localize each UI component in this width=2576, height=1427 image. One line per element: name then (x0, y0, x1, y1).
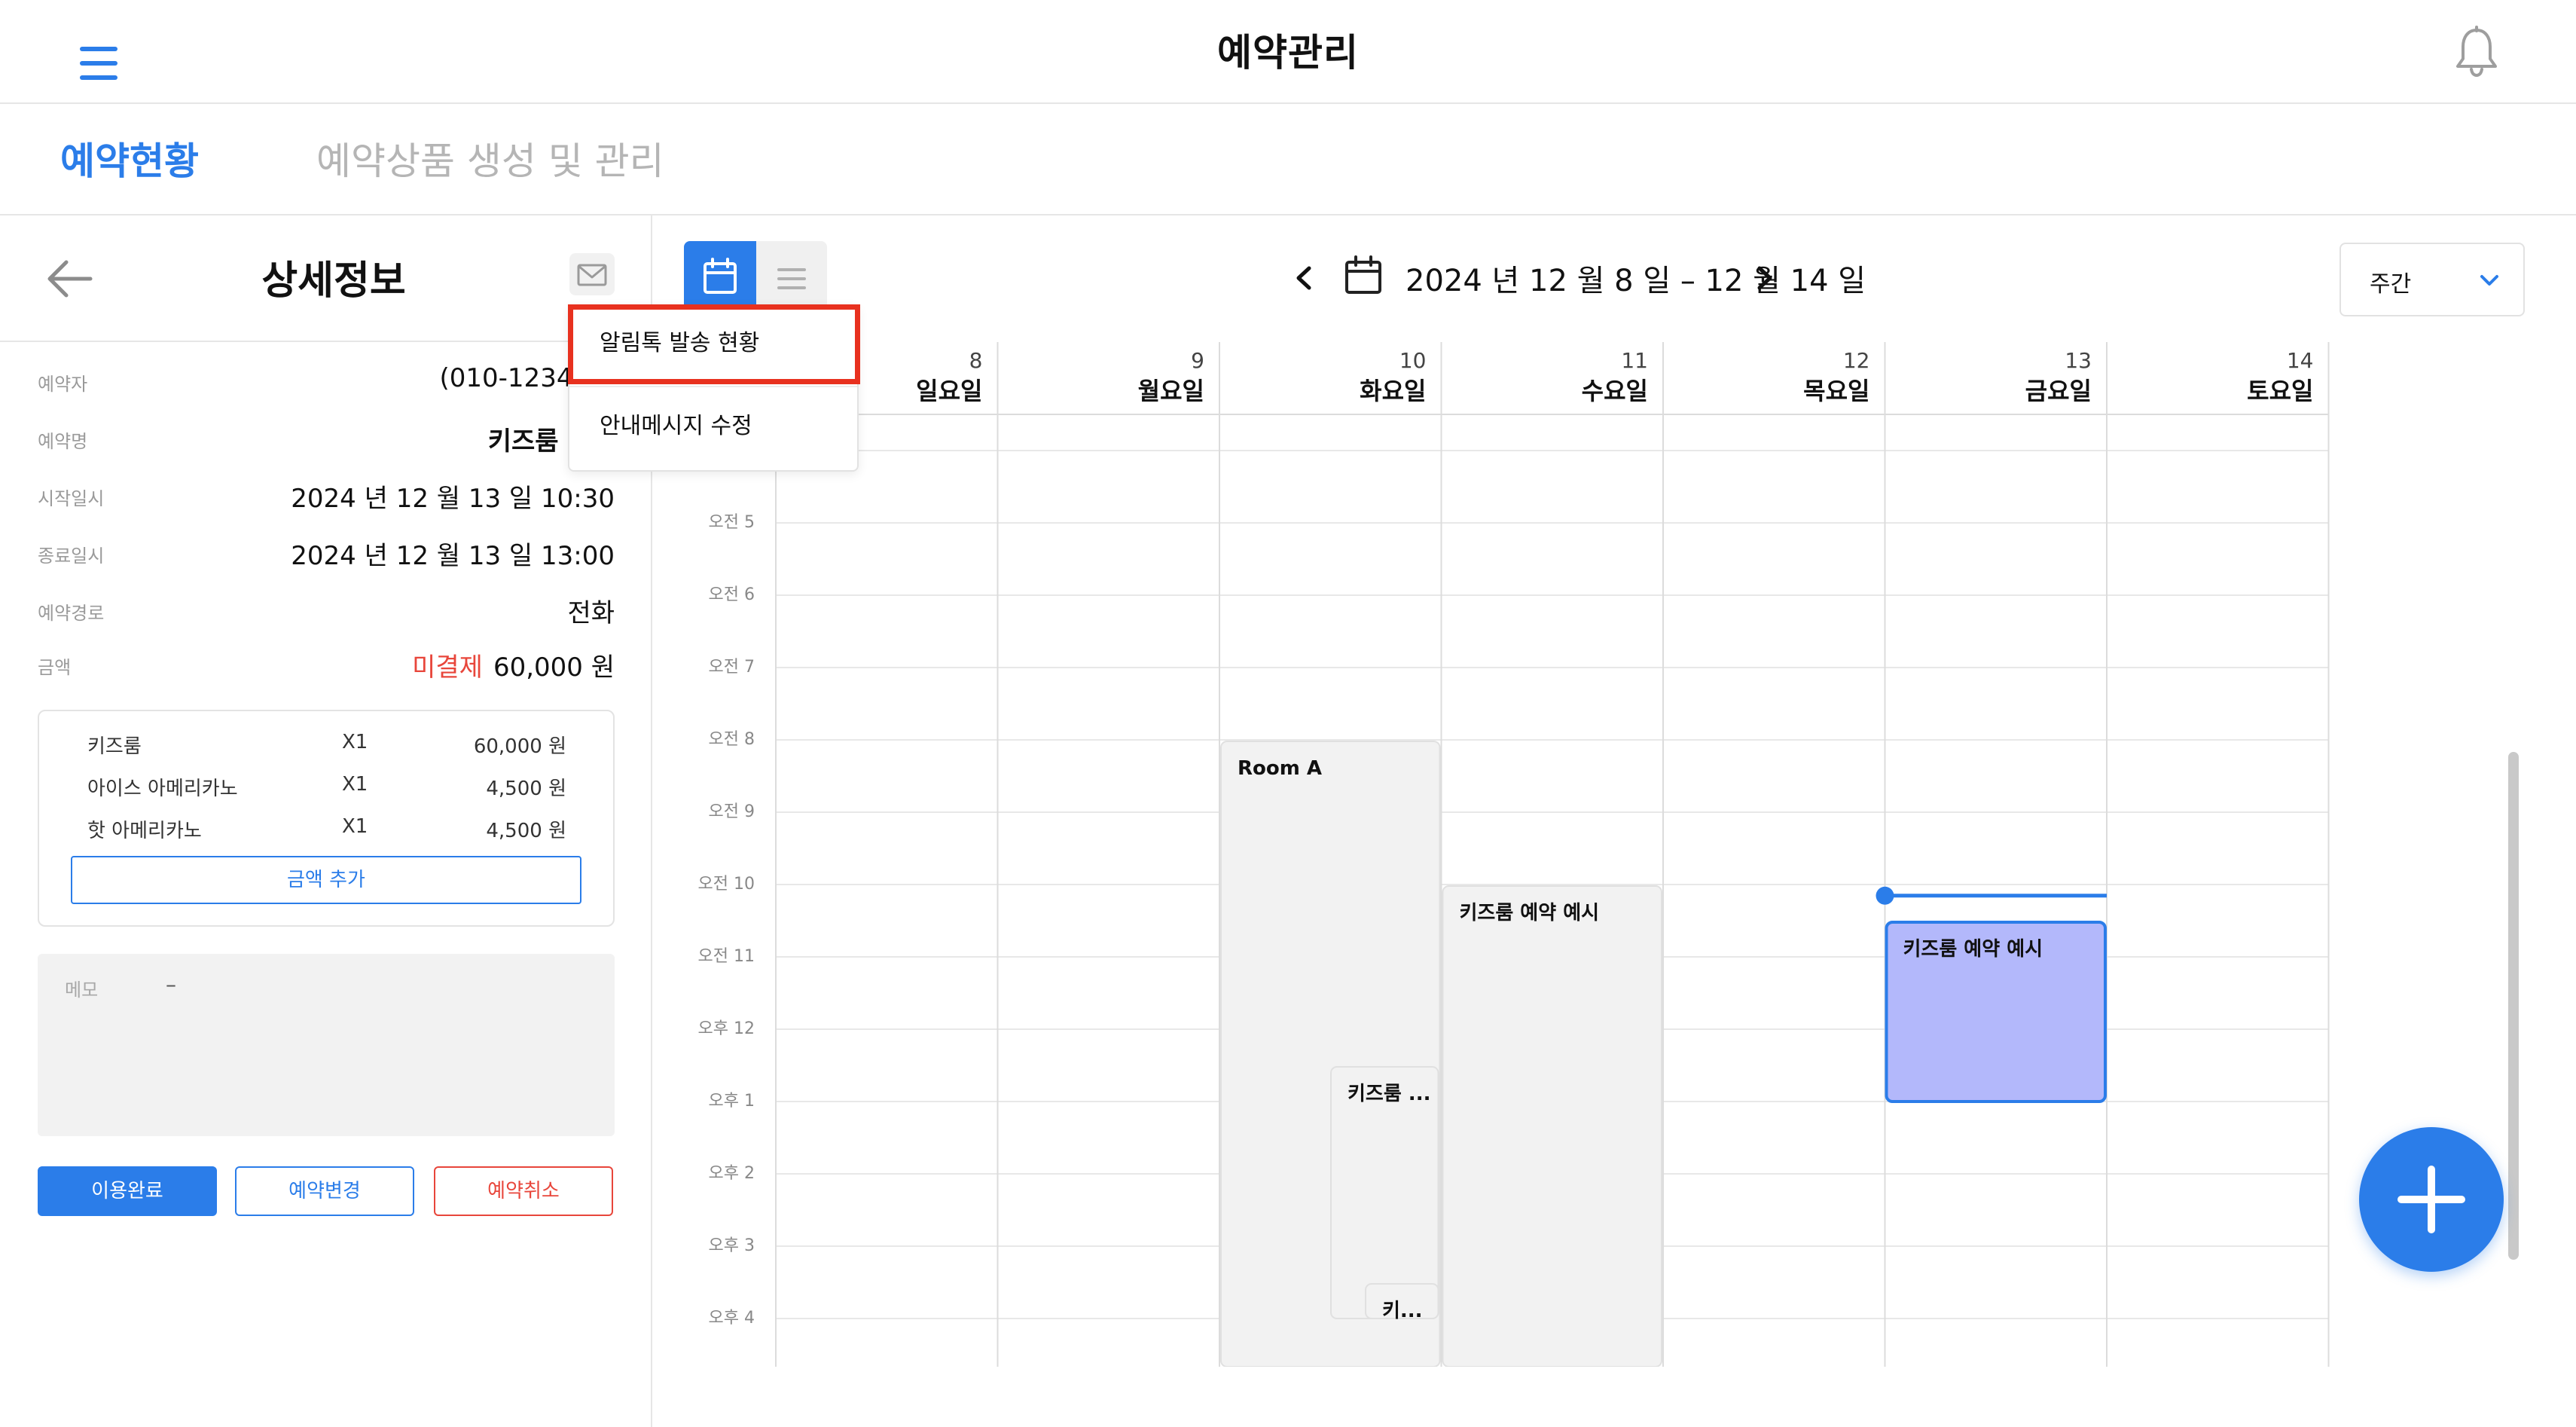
chevron-down-icon (2480, 275, 2498, 286)
chevron-right-icon[interactable] (1746, 253, 1784, 303)
field-booker: 예약자 (010-1234-56 (38, 363, 615, 395)
complete-button[interactable]: 이용완료 (38, 1166, 217, 1216)
event-title: Room A (1238, 757, 1322, 780)
day-header-weekday: 화요일 (1360, 377, 1426, 405)
detail-panel-header: 상세정보 (0, 215, 651, 342)
calendar-grid-container: 8 일요일 9 월요일 10 화요일 11 수요일 12 목요일 13 금요일 14 토요일오전 5 오전 … (652, 342, 2576, 1427)
memo-label: 메모 (65, 979, 99, 1001)
day-header-date: 11 (1621, 348, 1648, 373)
detail-panel: 상세정보 예약자 (010-1234-56 예약명 키즈룸 예약 시작일시 20… (0, 215, 652, 1427)
day-header-weekday: 월요일 (1138, 377, 1204, 405)
time-label: 오후 3 (709, 1236, 755, 1255)
event-title: 키즈룸 ... (1348, 1083, 1430, 1105)
list-item: 아이스 아메리카노 X1 4,500 원 (87, 773, 566, 800)
now-indicator-dot (1876, 886, 1894, 905)
field-start-datetime: 시작일시 2024 년 12 월 13 일 10:30 (38, 475, 615, 520)
list-item: 핫 아메리카노 X1 4,500 원 (87, 815, 566, 842)
scrollbar-thumb[interactable] (2508, 752, 2519, 1260)
date-range: 2024 년 12 월 8 일 – 12 월 14 일 (1406, 264, 1866, 298)
tab-reservation-status[interactable]: 예약현황 (60, 131, 199, 185)
time-label: 오전 8 (709, 730, 755, 749)
day-header-weekday: 토요일 (2247, 377, 2313, 405)
message-dropdown-menu: 알림톡 발송 현황 안내메시지 수정 (568, 304, 860, 472)
add-reservation-button[interactable] (2359, 1127, 2504, 1272)
time-label: 오후 4 (709, 1309, 755, 1328)
calendar-area: 2024 년 12 월 8 일 – 12 월 14 일 주간 8 일요일 9 월요일 1… (652, 215, 2576, 1427)
day-header-weekday: 일요일 (916, 377, 982, 405)
calendar-icon[interactable] (1344, 255, 1383, 297)
start-datetime-value: 2024 년 12 월 13 일 10:30 (291, 484, 615, 514)
day-header-date: 9 (1191, 348, 1204, 373)
time-label: 오전 10 (698, 875, 755, 894)
event-title: 키... (1382, 1300, 1423, 1322)
tab-product-management[interactable]: 예약상품 생성 및 관리 (316, 131, 664, 185)
cancel-button[interactable]: 예약취소 (434, 1166, 613, 1216)
chevron-left-icon[interactable] (1285, 253, 1323, 303)
date-navigation: 2024 년 12 월 8 일 – 12 월 14 일 (1285, 246, 1963, 313)
week-calendar-grid[interactable]: 8 일요일 9 월요일 10 화요일 11 수요일 12 목요일 13 금요일 14 토요일오전 5 오전 … (652, 342, 2550, 1367)
list-item: 키즈룸 X1 60,000 원 (87, 731, 566, 758)
change-button[interactable]: 예약변경 (235, 1166, 414, 1216)
time-label: 오후 1 (709, 1092, 755, 1111)
plus-icon (2397, 1166, 2465, 1233)
field-end-datetime: 종료일시 2024 년 12 월 13 일 13:00 (38, 532, 615, 577)
time-label: 오전 6 (709, 585, 755, 604)
memo-value: – (166, 972, 176, 997)
event-title: 키즈룸 예약 예시 (1460, 902, 1600, 924)
amount-text: 60,000 원 (493, 652, 615, 683)
field-reservation-name: 예약명 키즈룸 예약 (38, 417, 615, 463)
app-title: 예약관리 (1217, 31, 1359, 75)
field-amount: 금액 미결제 60,000 원 (38, 643, 615, 689)
mail-icon (577, 264, 607, 286)
time-label: 오전 11 (698, 947, 755, 966)
memo-field[interactable]: 메모 – (38, 954, 615, 1136)
mail-button[interactable] (569, 253, 615, 295)
tab-bar: 예약현황 예약상품 생성 및 관리 (0, 104, 2576, 215)
day-header-date: 14 (2287, 348, 2314, 373)
view-mode-select[interactable]: 주간 (2339, 243, 2525, 316)
amount-value: 미결제 60,000 원 (412, 646, 615, 683)
time-label: 오후 12 (698, 1019, 755, 1038)
booking-channel-value: 전화 (567, 598, 615, 628)
event-title: 키즈룸 예약 예시 (1903, 938, 2043, 961)
field-booking-channel: 예약경로 전화 (38, 589, 615, 634)
day-header-weekday: 금요일 (2025, 377, 2092, 405)
day-header-date: 10 (1399, 348, 1427, 373)
menu-item-edit-message[interactable]: 안내메시지 수정 (569, 389, 857, 467)
day-header-date: 13 (2065, 348, 2092, 373)
menu-divider (569, 386, 857, 387)
day-header-weekday: 수요일 (1582, 377, 1648, 405)
end-datetime-value: 2024 년 12 월 13 일 13:00 (291, 541, 615, 571)
day-header-weekday: 목요일 (1803, 377, 1869, 405)
time-label: 오후 2 (709, 1164, 755, 1183)
day-header-date: 8 (969, 348, 983, 373)
add-amount-button[interactable]: 금액 추가 (71, 856, 581, 904)
app-header: 예약관리 (0, 0, 2576, 104)
time-label: 오전 5 (709, 513, 755, 532)
day-header-date: 12 (1843, 348, 1870, 373)
unpaid-badge: 미결제 (412, 652, 483, 683)
bell-icon[interactable] (2452, 26, 2501, 78)
time-label: 오전 9 (709, 802, 755, 821)
items-box: 키즈룸 X1 60,000 원 아이스 아메리카노 X1 4,500 원 핫 아… (38, 710, 615, 927)
view-mode-label: 주간 (2370, 271, 2412, 298)
event-block[interactable] (1442, 885, 1662, 1367)
menu-item-alimtalk-status[interactable]: 알림톡 발송 현황 (569, 306, 857, 384)
time-label: 오전 7 (709, 658, 755, 677)
